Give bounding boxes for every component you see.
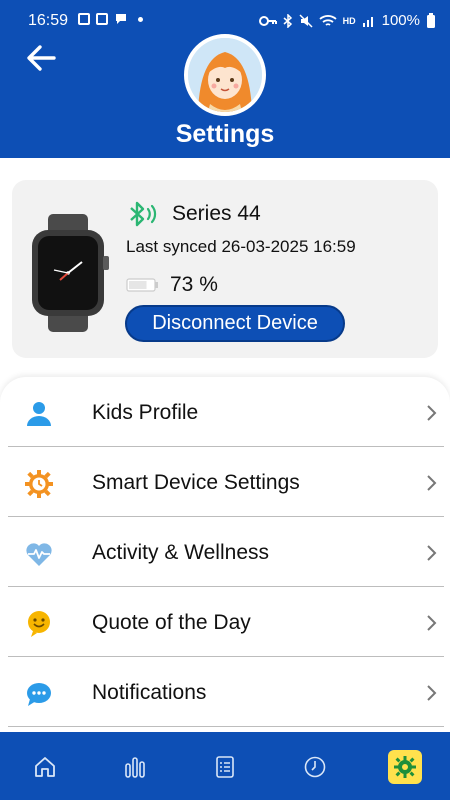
network-label: HD: [342, 15, 356, 26]
settings-gear-icon: [394, 756, 416, 778]
key-icon: [258, 15, 277, 26]
header-bar: 16:59 HD 100% Settings: [0, 0, 450, 158]
page-title: Settings: [175, 120, 275, 148]
device-battery-icon: [126, 278, 158, 292]
smartwatch-image: [32, 214, 109, 332]
settings-menu: Kids Profile Smart Device Settings Activ…: [0, 377, 450, 732]
phone-battery-icon: [427, 12, 435, 28]
nav-activity[interactable]: [118, 750, 152, 784]
device-name: Series 44: [172, 202, 261, 225]
person-icon: [27, 402, 51, 426]
menu-item-label: Smart Device Settings: [92, 471, 300, 494]
home-icon: [35, 757, 55, 777]
menu-divider: [8, 726, 444, 727]
gallery-notification-icon: [96, 13, 108, 25]
menu-item-quote-of-the-day[interactable]: Quote of the Day: [0, 587, 450, 657]
battery-status: 100%: [381, 12, 420, 29]
girl-avatar-illustration: [188, 38, 262, 112]
mute-icon: [299, 13, 313, 28]
chevron-right-icon: [427, 545, 437, 561]
app-notification-icon: [78, 13, 90, 25]
menu-item-label: Notifications: [92, 681, 207, 704]
device-battery-percent: 73 %: [170, 273, 218, 296]
heart-pulse-icon: [26, 543, 52, 566]
status-system-icons: HD 100%: [258, 12, 436, 29]
smiley-icon: [28, 611, 50, 637]
wifi-icon: [319, 14, 337, 26]
back-arrow-icon[interactable]: [24, 40, 60, 76]
bar-chart-icon: [125, 757, 145, 778]
status-notification-icons: [78, 12, 143, 26]
menu-item-label: Activity & Wellness: [92, 541, 269, 564]
status-time: 16:59: [28, 12, 69, 29]
menu-item-label: Quote of the Day: [92, 611, 251, 634]
menu-item-notifications[interactable]: Notifications: [0, 657, 450, 727]
signal-icon: [362, 16, 373, 27]
checklist-icon: [216, 756, 234, 778]
menu-item-kids-profile[interactable]: Kids Profile: [0, 377, 450, 447]
chat-bubble-icon: [27, 683, 51, 706]
chevron-right-icon: [427, 405, 437, 421]
nav-home[interactable]: [28, 750, 62, 784]
nav-settings[interactable]: [388, 750, 422, 784]
bottom-navigation: [0, 732, 450, 800]
nav-tasks[interactable]: [208, 750, 242, 784]
menu-item-label: Kids Profile: [92, 401, 199, 424]
gear-clock-icon: [25, 470, 53, 498]
kid-avatar[interactable]: [184, 34, 266, 116]
clock-icon: [304, 756, 326, 778]
chevron-right-icon: [427, 475, 437, 491]
message-notification-icon: [116, 14, 126, 24]
device-card: Series 44 Last synced 26-03-2025 16:59 7…: [12, 180, 438, 358]
disconnect-device-button[interactable]: Disconnect Device: [125, 305, 345, 342]
menu-item-activity-wellness[interactable]: Activity & Wellness: [0, 517, 450, 587]
chevron-right-icon: [427, 615, 437, 631]
last-synced-text: Last synced 26-03-2025 16:59: [126, 237, 356, 256]
nav-schedule[interactable]: [298, 750, 332, 784]
more-notifications-dot: [138, 16, 143, 22]
bluetooth-status-icon: [283, 13, 292, 28]
menu-item-smart-device-settings[interactable]: Smart Device Settings: [0, 447, 450, 517]
chevron-right-icon: [427, 685, 437, 701]
bluetooth-connected-icon: [130, 201, 157, 227]
